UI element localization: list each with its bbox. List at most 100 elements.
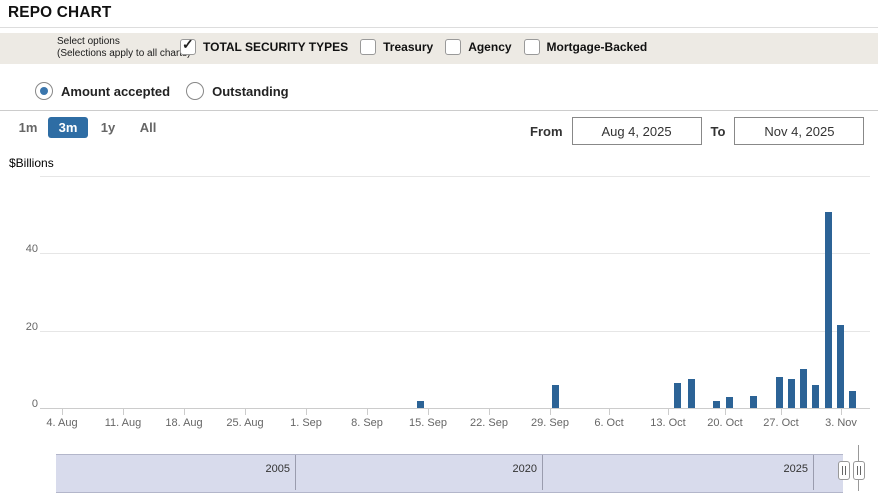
y-tick-label: 0 xyxy=(8,398,38,410)
bar[interactable] xyxy=(726,397,733,408)
navigator-year-label: 2025 xyxy=(784,463,808,475)
x-tick-label: 15. Sep xyxy=(409,417,447,429)
bar[interactable] xyxy=(688,379,695,408)
bar[interactable] xyxy=(750,396,757,408)
x-tick-label: 3. Nov xyxy=(825,417,857,429)
radio-dot-icon xyxy=(40,87,48,95)
section-divider xyxy=(0,110,878,111)
checkbox-agency[interactable]: ✓ Agency xyxy=(445,39,511,55)
x-tick-label: 13. Oct xyxy=(650,417,685,429)
checkbox-mortgage-backed[interactable]: ✓ Mortgage-Backed xyxy=(524,39,648,55)
y-gridline xyxy=(40,176,870,177)
x-tick-mark xyxy=(725,409,726,415)
checkbox-label: Agency xyxy=(468,40,511,54)
options-caption: Select options (Selections apply to all … xyxy=(57,36,190,60)
bar[interactable] xyxy=(552,385,559,408)
x-tick-label: 25. Aug xyxy=(226,417,263,429)
x-tick-mark xyxy=(841,409,842,415)
range-preset-3m[interactable]: 3m xyxy=(48,117,88,138)
bar[interactable] xyxy=(837,325,844,408)
navigator-handle-left[interactable] xyxy=(838,461,850,480)
x-tick-label: 4. Aug xyxy=(46,417,77,429)
handle-grip-icon xyxy=(860,466,861,475)
x-tick-label: 29. Sep xyxy=(531,417,569,429)
range-preset-1y[interactable]: 1y xyxy=(88,117,128,138)
bar[interactable] xyxy=(417,401,424,408)
radio-icon xyxy=(35,82,53,100)
checkbox-label: TOTAL SECURITY TYPES xyxy=(203,40,348,54)
bar[interactable] xyxy=(713,401,720,408)
x-tick-label: 27. Oct xyxy=(763,417,798,429)
radio-amount-accepted[interactable]: Amount accepted xyxy=(35,82,170,100)
repo-chart-app: REPO CHART Select options (Selections ap… xyxy=(0,0,878,497)
check-icon: ✓ xyxy=(182,36,194,53)
x-tick-mark xyxy=(123,409,124,415)
from-date-input[interactable] xyxy=(572,117,702,145)
range-preset-all[interactable]: All xyxy=(128,117,168,138)
bar[interactable] xyxy=(776,377,783,408)
series-toggle-group: Amount accepted Outstanding xyxy=(35,82,289,100)
security-type-checkbox-group: ✓ TOTAL SECURITY TYPES ✓ Treasury ✓ Agen… xyxy=(180,39,647,55)
handle-grip-icon xyxy=(845,466,846,475)
to-date-input[interactable] xyxy=(734,117,864,145)
x-tick-mark xyxy=(609,409,610,415)
x-tick-mark xyxy=(62,409,63,415)
bar[interactable] xyxy=(674,383,681,408)
to-label: To xyxy=(711,124,726,139)
page-title: REPO CHART xyxy=(8,4,111,22)
radio-icon xyxy=(186,82,204,100)
from-label: From xyxy=(530,124,563,139)
navigator-year-label: 2020 xyxy=(513,463,537,475)
navigator-handle-right[interactable] xyxy=(853,461,865,480)
y-gridline xyxy=(40,331,870,332)
handle-grip-icon xyxy=(857,466,858,475)
x-tick-mark xyxy=(668,409,669,415)
checkbox-box: ✓ xyxy=(180,39,196,55)
bar[interactable] xyxy=(788,379,795,408)
x-tick-label: 1. Sep xyxy=(290,417,322,429)
range-preset-1m[interactable]: 1m xyxy=(8,117,48,138)
x-tick-mark xyxy=(245,409,246,415)
x-tick-mark xyxy=(428,409,429,415)
y-tick-label: 20 xyxy=(8,321,38,333)
x-tick-mark xyxy=(550,409,551,415)
date-range-controls: From To xyxy=(530,117,864,145)
x-tick-label: 8. Sep xyxy=(351,417,383,429)
navigator-year-divider xyxy=(542,455,543,490)
x-tick-mark xyxy=(489,409,490,415)
navigator-track[interactable] xyxy=(56,454,843,493)
x-tick-label: 11. Aug xyxy=(105,417,142,429)
radio-outstanding[interactable]: Outstanding xyxy=(186,82,289,100)
y-tick-label: 40 xyxy=(8,243,38,255)
x-axis-line xyxy=(40,408,870,409)
x-tick-mark xyxy=(184,409,185,415)
options-caption-line2: (Selections apply to all charts) xyxy=(57,48,190,60)
x-tick-mark xyxy=(306,409,307,415)
checkbox-box: ✓ xyxy=(524,39,540,55)
bar[interactable] xyxy=(849,391,856,408)
navigator-year-label: 2005 xyxy=(266,463,290,475)
checkbox-box: ✓ xyxy=(360,39,376,55)
x-tick-label: 20. Oct xyxy=(707,417,742,429)
y-axis-title: $Billions xyxy=(9,156,54,170)
bar[interactable] xyxy=(800,369,807,408)
y-gridline xyxy=(40,253,870,254)
bar[interactable] xyxy=(825,212,832,408)
checkbox-label: Treasury xyxy=(383,40,433,54)
options-caption-line1: Select options xyxy=(57,36,190,48)
x-tick-mark xyxy=(781,409,782,415)
range-preset-group: 1m 3m 1y All xyxy=(8,117,168,138)
checkbox-total-security-types[interactable]: ✓ TOTAL SECURITY TYPES xyxy=(180,39,348,55)
checkbox-treasury[interactable]: ✓ Treasury xyxy=(360,39,433,55)
checkbox-label: Mortgage-Backed xyxy=(547,40,648,54)
radio-label: Outstanding xyxy=(212,84,289,99)
handle-grip-icon xyxy=(842,466,843,475)
radio-label: Amount accepted xyxy=(61,84,170,99)
x-tick-label: 22. Sep xyxy=(470,417,508,429)
checkbox-box: ✓ xyxy=(445,39,461,55)
navigator-year-divider xyxy=(295,455,296,490)
x-tick-label: 18. Aug xyxy=(165,417,202,429)
bar[interactable] xyxy=(812,385,819,408)
x-tick-mark xyxy=(367,409,368,415)
x-tick-label: 6. Oct xyxy=(594,417,623,429)
